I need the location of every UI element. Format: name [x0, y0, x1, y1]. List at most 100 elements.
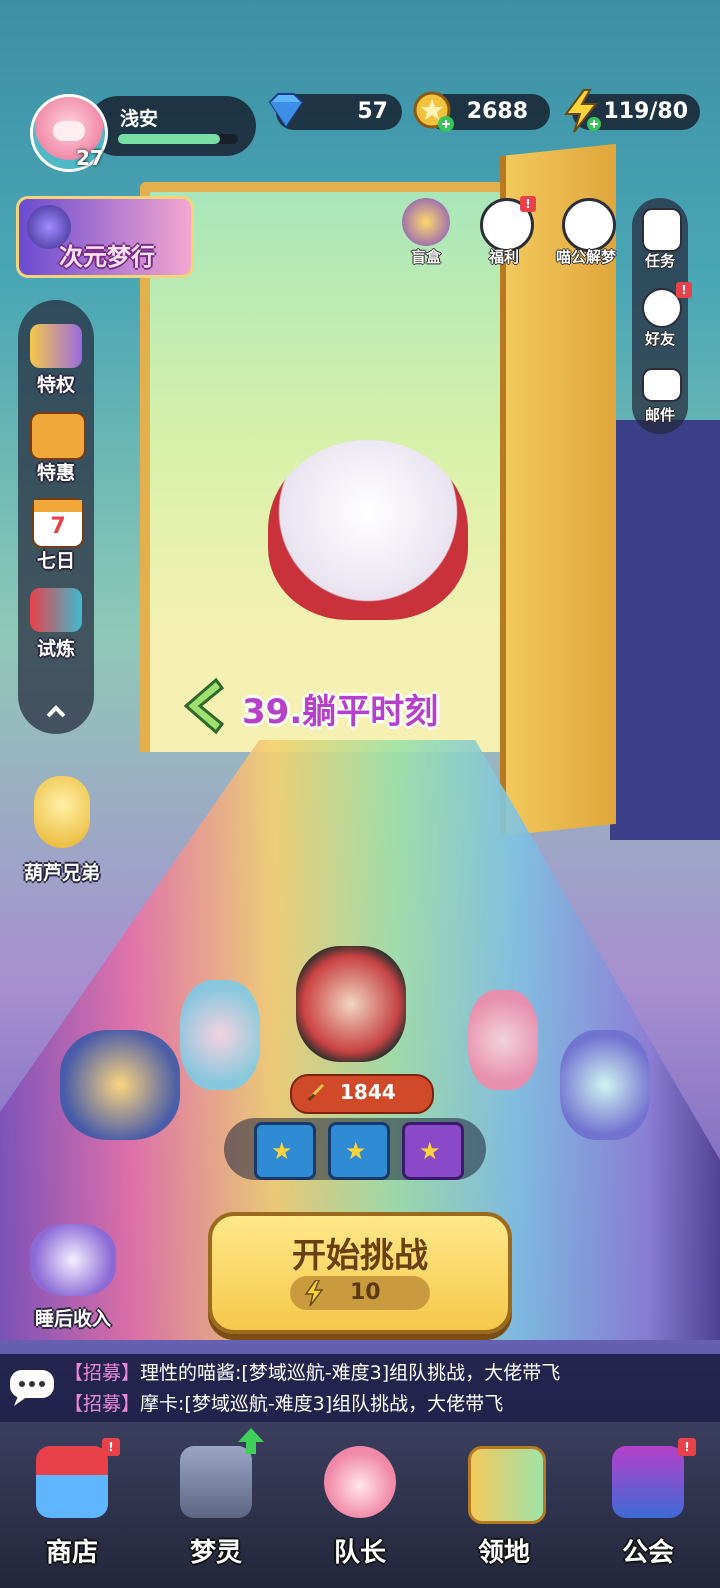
- stage-title: 39.躺平时刻: [242, 692, 439, 732]
- friends-button[interactable]: ! 好友: [632, 282, 692, 352]
- team-power-value: 1844: [340, 1080, 396, 1104]
- exp-bar: [118, 134, 238, 144]
- trial-label: 试炼: [36, 638, 75, 660]
- chat-bubble-icon[interactable]: [8, 1366, 58, 1408]
- room-wall-right: [610, 420, 720, 840]
- sale-button[interactable]: 特惠: [18, 408, 94, 492]
- up-arrow-icon: [236, 1426, 266, 1456]
- chat-text: 摩卡:[梦域巡航-难度3]组队挑战，大佬带飞: [140, 1393, 504, 1415]
- blind-box-button[interactable]: 盲盒: [396, 198, 456, 272]
- chat-message-2: 【招募】摩卡:[梦域巡航-难度3]组队挑战，大佬带飞: [64, 1389, 503, 1416]
- captain-avatar-icon: [324, 1446, 396, 1518]
- lying-duck-character: [268, 440, 468, 620]
- calendar-header: [34, 500, 82, 512]
- chat-tag: 【招募】: [64, 1393, 141, 1415]
- diamond-icon: [264, 90, 308, 130]
- chat-bar[interactable]: 【招募】理性的喵酱:[梦域巡航-难度3]组队挑战，大佬带飞 【招募】摩卡:[梦域…: [0, 1354, 720, 1422]
- nav-shop-label: 商店: [45, 1538, 98, 1568]
- player-name: 浅安: [120, 108, 159, 130]
- sleeping-cat-icon: [30, 1224, 116, 1296]
- nav-captain-label: 队长: [333, 1538, 386, 1568]
- shop-badge: !: [102, 1438, 120, 1456]
- player-info-panel[interactable]: 浅安: [88, 96, 256, 156]
- sale-box-icon: [30, 412, 86, 460]
- reward-chest-3[interactable]: ★: [402, 1122, 464, 1180]
- challenge-cost-value: 10: [350, 1280, 381, 1305]
- nav-guild-label: 公会: [621, 1538, 674, 1568]
- chat-tag: 【招募】: [64, 1362, 141, 1384]
- start-challenge-label: 开始挑战: [292, 1236, 428, 1276]
- hero-blonde-knight[interactable]: [60, 1030, 180, 1140]
- calendar-icon: 7: [32, 498, 84, 548]
- lightning-icon: [560, 88, 604, 134]
- right-menu-panel: 任务 ! 好友 邮件: [632, 198, 692, 434]
- gourd-icon: [34, 776, 90, 848]
- star-icon: ★: [345, 1137, 367, 1165]
- reward-chest-1[interactable]: ★: [254, 1122, 316, 1180]
- chevron-up-icon[interactable]: [44, 700, 68, 724]
- chat-message-1: 【招募】理性的喵酱:[梦域巡航-难度3]组队挑战，大佬带飞: [64, 1358, 560, 1385]
- event-banner-label: 次元梦行: [59, 243, 155, 271]
- seven-day-button[interactable]: 7 七日: [18, 496, 94, 580]
- welfare-label: 福利: [488, 248, 519, 266]
- star-icon: ★: [419, 1137, 441, 1165]
- mail-button[interactable]: 邮件: [632, 360, 688, 430]
- nav-territory-label: 领地: [477, 1538, 530, 1568]
- exp-bar-fill: [118, 134, 220, 144]
- left-menu-panel: 特权 特惠 7 七日 试炼: [18, 300, 94, 734]
- welfare-button[interactable]: ! 福利: [474, 196, 536, 272]
- friends-badge: !: [676, 282, 692, 298]
- robot-icon: [180, 1446, 252, 1518]
- avatar-face-icon: [53, 121, 85, 141]
- idle-income-button[interactable]: 睡后收入: [10, 1212, 136, 1336]
- hero-blue-hair-girl[interactable]: [180, 980, 260, 1090]
- gourd-event-label: 葫芦兄弟: [23, 862, 100, 884]
- star-icon: ★: [271, 1137, 293, 1165]
- nav-dream-spirit-label: 梦灵: [189, 1538, 242, 1568]
- start-challenge-button[interactable]: 开始挑战 10: [208, 1212, 512, 1334]
- task-button[interactable]: 任务: [632, 204, 688, 274]
- chat-text: 理性的喵酱:[梦域巡航-难度3]组队挑战，大佬带飞: [140, 1362, 561, 1384]
- guild-icon: [612, 1446, 684, 1518]
- cat-dream-label: 喵公解梦: [555, 248, 616, 266]
- sale-label: 特惠: [36, 462, 75, 484]
- nav-guild[interactable]: ! 公会: [576, 1422, 720, 1588]
- sword-icon: [304, 1082, 326, 1104]
- player-level: 27: [76, 146, 104, 170]
- event-banner[interactable]: 次元梦行: [16, 196, 194, 278]
- reward-chest-2[interactable]: ★: [328, 1122, 390, 1180]
- trial-cannon-icon: [30, 588, 82, 632]
- task-label: 任务: [644, 252, 675, 270]
- privilege-label: 特权: [36, 374, 75, 396]
- welfare-badge: !: [520, 196, 536, 212]
- task-icon: [642, 208, 682, 252]
- challenge-cost-pill: 10: [290, 1276, 430, 1310]
- blind-box-icon: [402, 198, 450, 246]
- gourd-event-button[interactable]: 葫芦兄弟: [12, 770, 112, 888]
- hero-bat-wing-girl[interactable]: [560, 1030, 650, 1140]
- shop-icon: [36, 1446, 108, 1518]
- team-power-badge: 1844: [290, 1074, 434, 1114]
- lightning-icon: [304, 1279, 324, 1307]
- mail-label: 邮件: [644, 406, 675, 424]
- nav-shop[interactable]: ! 商店: [0, 1422, 144, 1588]
- cat-dream-icon: [562, 198, 616, 252]
- cat-dream-button[interactable]: 喵公解梦: [546, 198, 626, 272]
- territory-door-icon: [468, 1446, 546, 1524]
- hero-nurse[interactable]: [468, 990, 538, 1090]
- nav-territory[interactable]: 领地: [432, 1422, 576, 1588]
- friends-label: 好友: [644, 330, 675, 348]
- nav-dream-spirit[interactable]: 梦灵: [144, 1422, 288, 1588]
- nav-captain[interactable]: 队长: [288, 1422, 432, 1588]
- calendar-number: 7: [50, 514, 66, 539]
- privilege-card-icon: [30, 324, 82, 368]
- bottom-nav: ! 商店 梦灵 队长 领地 ! 公会: [0, 1422, 720, 1588]
- seven-day-label: 七日: [36, 550, 75, 572]
- hero-red-dress-warrior[interactable]: [296, 946, 406, 1062]
- idle-income-label: 睡后收入: [34, 1308, 111, 1330]
- blind-box-label: 盲盒: [410, 248, 441, 266]
- coin-icon: [412, 90, 456, 134]
- privilege-button[interactable]: 特权: [18, 320, 94, 404]
- prev-stage-arrow-icon[interactable]: [176, 674, 228, 738]
- trial-button[interactable]: 试炼: [18, 584, 94, 668]
